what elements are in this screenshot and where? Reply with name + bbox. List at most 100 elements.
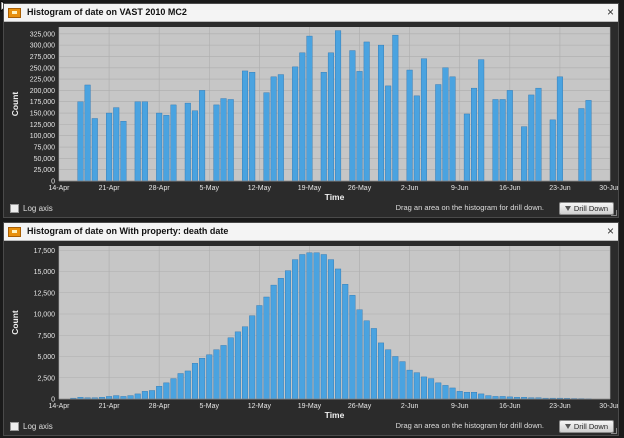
histogram-bar [141, 101, 148, 182]
histogram-chart[interactable]: 02,5005,0007,50010,00012,50015,00017,500… [4, 242, 618, 421]
histogram-bar [471, 87, 478, 182]
y-tick-label: 100,000 [30, 133, 55, 140]
histogram-bar [84, 84, 91, 182]
histogram-bar [263, 92, 270, 182]
app-logo-icon [8, 227, 21, 237]
drill-hint: Drag an area on the histogram for drill … [395, 203, 544, 212]
histogram-bar [556, 76, 563, 182]
drill-down-label: Drill Down [573, 422, 608, 431]
log-axis-toggle[interactable]: Log axis [10, 422, 53, 431]
histogram-bar [277, 278, 284, 400]
histogram-bar [535, 87, 542, 182]
plot-area[interactable] [59, 27, 610, 181]
histogram-bar [220, 98, 227, 182]
resize-grip-icon[interactable] [611, 210, 617, 216]
histogram-bar [170, 104, 177, 182]
resize-grip-icon[interactable] [611, 428, 617, 434]
close-icon[interactable]: × [607, 224, 614, 238]
y-tick-label: 15,000 [34, 269, 56, 276]
panel-titlebar: Histogram of date on VAST 2010 MC2 × [4, 4, 618, 22]
histogram-bar [292, 259, 299, 400]
histogram-bar [363, 320, 370, 400]
log-axis-checkbox[interactable] [10, 204, 19, 213]
y-tick-label: 10,000 [34, 312, 56, 319]
histogram-bar [320, 254, 327, 400]
x-tick-label: 30-Jun [599, 185, 618, 192]
histogram-bar [327, 259, 334, 400]
histogram-bar [378, 44, 385, 182]
histogram-bar [313, 252, 320, 400]
histogram-bar [106, 112, 113, 182]
histogram-bar [485, 395, 492, 400]
histogram-bar [356, 71, 363, 182]
histogram-bar [370, 328, 377, 400]
histogram-bar [363, 41, 370, 182]
x-tick-label: 12-May [248, 185, 272, 192]
histogram-bar [113, 395, 120, 400]
histogram-bar [499, 99, 506, 182]
app-logo-icon [8, 8, 21, 18]
histogram-bar [342, 284, 349, 400]
histogram-bar [299, 254, 306, 400]
histogram-panel-vast: Histogram of date on VAST 2010 MC2 × 0 25… [3, 3, 619, 218]
drill-down-button[interactable]: Drill Down [558, 202, 614, 215]
x-tick-label: 2-Jun [401, 403, 419, 410]
x-tick-label: 16-Jun [499, 185, 521, 192]
histogram-bar [120, 121, 127, 182]
histogram-bar [242, 70, 249, 182]
histogram-bar [149, 390, 156, 400]
histogram-bar [113, 107, 120, 182]
histogram-bar [349, 50, 356, 182]
x-tick-label: 26-May [348, 185, 372, 192]
x-tick-label: 12-May [248, 403, 272, 410]
y-axis-label: Count [10, 310, 20, 335]
histogram-bar [277, 74, 284, 182]
histogram-bar [213, 349, 220, 400]
histogram-bar [256, 305, 263, 400]
histogram-bar [284, 270, 291, 400]
histogram-bar [335, 30, 342, 182]
histogram-bar [492, 99, 499, 182]
x-axis-label: Time [325, 192, 345, 202]
histogram-bar [392, 356, 399, 400]
x-tick-label: 19-May [298, 185, 322, 192]
drill-down-button[interactable]: Drill Down [558, 420, 614, 433]
panel-title: Histogram of date on VAST 2010 MC2 [27, 7, 187, 17]
close-icon[interactable]: × [607, 5, 614, 19]
y-tick-label: 5,000 [37, 354, 55, 361]
histogram-bar [91, 118, 98, 182]
histogram-chart[interactable]: 025,00050,00075,000100,000125,000150,000… [4, 23, 618, 203]
histogram-bar [191, 363, 198, 400]
histogram-bar [521, 126, 528, 182]
histogram-bar [227, 337, 234, 400]
histogram-bar [249, 315, 256, 400]
y-tick-label: 250,000 [30, 65, 55, 72]
histogram-bar [270, 76, 277, 182]
x-tick-label: 19-May [298, 403, 322, 410]
log-axis-toggle[interactable]: Log axis [10, 204, 53, 213]
histogram-bar [478, 393, 485, 400]
x-tick-label: 23-Jun [549, 185, 571, 192]
y-tick-label: 12,500 [34, 290, 56, 297]
filter-icon [564, 424, 571, 429]
y-tick-label: 17,500 [34, 248, 56, 255]
histogram-panel-death-date: Histogram of date on With property: deat… [3, 222, 619, 436]
y-tick-label: 25,000 [34, 167, 56, 174]
plot-area[interactable] [59, 246, 610, 399]
histogram-bar [170, 378, 177, 400]
histogram-bar [263, 296, 270, 400]
histogram-bar [420, 58, 427, 182]
histogram-bar [413, 372, 420, 400]
histogram-bar [549, 119, 556, 182]
histogram-bar [234, 331, 241, 400]
histogram-bar [578, 108, 585, 182]
histogram-bar [156, 386, 163, 400]
histogram-bar [292, 66, 299, 182]
log-axis-label: Log axis [23, 204, 53, 213]
x-tick-label: 26-May [348, 403, 372, 410]
histogram-bar [306, 35, 313, 182]
histogram-bar [213, 104, 220, 182]
histogram-bar [249, 72, 256, 182]
histogram-bar [420, 376, 427, 400]
log-axis-checkbox[interactable] [10, 422, 19, 431]
